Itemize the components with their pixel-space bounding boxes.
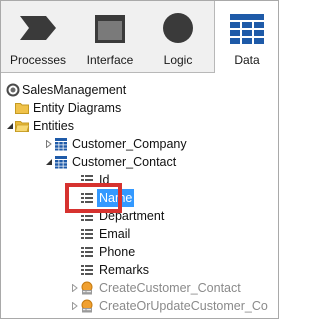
tree-item-label: Customer_Contact — [72, 155, 177, 169]
tree-item-label: Entities — [33, 119, 74, 133]
tab-interface-label: Interface — [86, 53, 134, 67]
tree-item-attribute-phone[interactable]: Phone — [1, 243, 201, 261]
tree-item-label: Email — [99, 227, 131, 241]
collapsed-arrow-icon[interactable] — [71, 302, 79, 310]
tree-item-label: Remarks — [99, 263, 150, 277]
tree-item-label: CreateCustomer_Contact — [99, 281, 241, 295]
tree-item-attribute-remarks[interactable]: Remarks — [1, 261, 201, 279]
tab-data[interactable]: Data — [214, 1, 278, 73]
tree-item-salesmanagement[interactable]: SalesManagement — [1, 81, 201, 99]
attribute-icon — [81, 247, 93, 257]
data-panel: Processes Interface Logic Data SalesMana… — [0, 0, 279, 319]
logic-icon — [163, 13, 193, 43]
tree-item-label: Customer_Company — [72, 137, 187, 151]
tree-item-label: Phone — [99, 245, 136, 259]
attribute-icon — [81, 265, 93, 275]
tree-item-label: SalesManagement — [22, 83, 127, 97]
tab-data-label: Data — [234, 53, 260, 67]
tab-interface[interactable]: Interface — [75, 1, 145, 72]
tree-item-action-create[interactable]: CreateCustomer_Contact — [1, 279, 278, 297]
expanded-arrow-icon[interactable] — [6, 122, 14, 130]
entity-action-icon — [81, 281, 93, 295]
tree-item-entities[interactable]: Entities — [1, 117, 201, 135]
tree-item-action-create-or-update[interactable]: CreateOrUpdateCustomer_Co — [1, 297, 278, 315]
interface-icon — [95, 15, 125, 43]
module-icon — [6, 83, 20, 97]
tree-item-entity-diagrams[interactable]: Entity Diagrams — [1, 99, 201, 117]
tree-item-attribute-email[interactable]: Email — [1, 225, 201, 243]
highlight-annotation — [65, 183, 122, 213]
tree-item-label: CreateOrUpdateCustomer_Co — [99, 299, 268, 313]
tab-logic[interactable]: Logic — [145, 1, 211, 72]
expanded-arrow-icon[interactable] — [45, 158, 53, 166]
tree-item-customer-company[interactable]: Customer_Company — [1, 135, 221, 153]
entity-icon — [55, 156, 67, 169]
folder-icon — [15, 103, 29, 114]
tree-item-customer-contact[interactable]: Customer_Contact — [1, 153, 221, 171]
entity-icon — [55, 138, 67, 151]
tab-processes[interactable]: Processes — [1, 1, 75, 72]
tab-processes-label: Processes — [9, 53, 67, 67]
tab-logic-label: Logic — [163, 53, 193, 67]
folder-open-icon — [15, 121, 29, 132]
processes-icon — [20, 16, 56, 40]
collapsed-arrow-icon[interactable] — [45, 140, 53, 148]
tree-item-label: Entity Diagrams — [33, 101, 122, 115]
layer-toolbar: Processes Interface Logic Data — [1, 1, 278, 73]
entity-action-icon — [81, 299, 93, 313]
data-tree: SalesManagement Entity Diagrams Entities — [1, 73, 278, 318]
attribute-icon — [81, 229, 93, 239]
data-icon — [230, 14, 264, 44]
collapsed-arrow-icon[interactable] — [71, 284, 79, 292]
